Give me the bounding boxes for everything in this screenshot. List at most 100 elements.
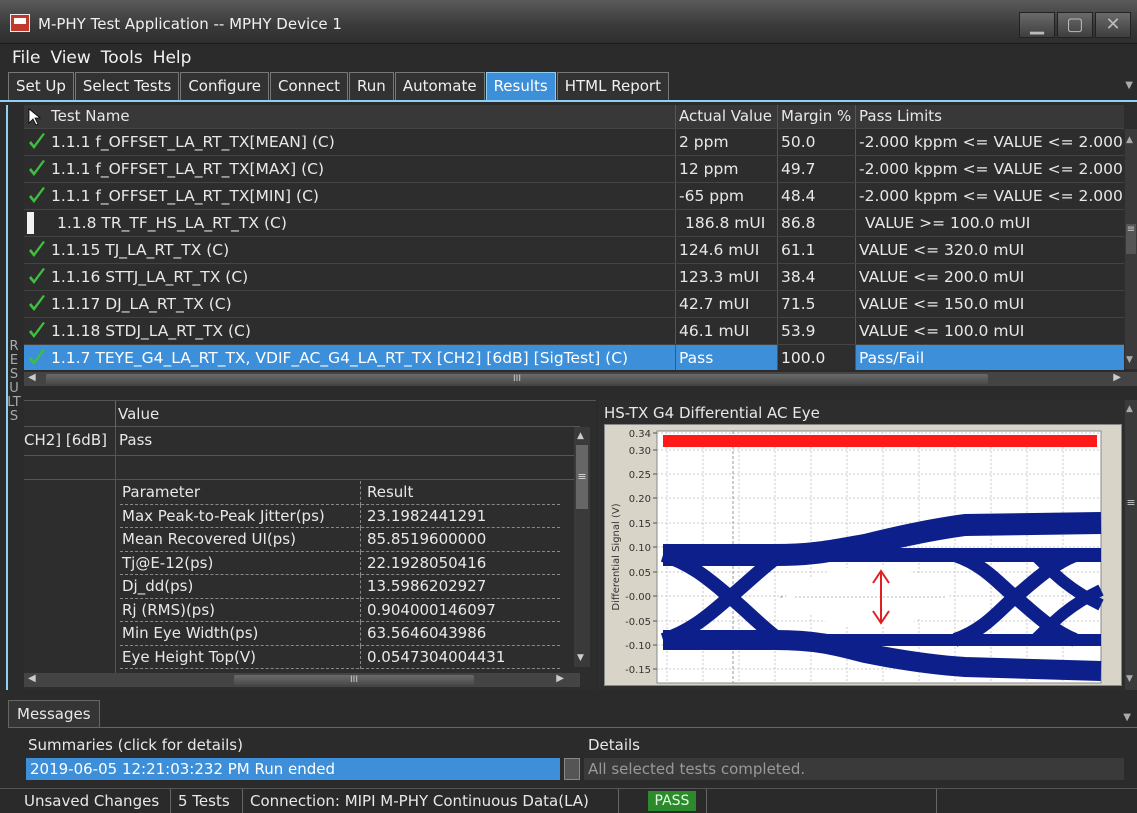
result-margin: 50.0 xyxy=(777,129,855,155)
param-row[interactable]: Mean Recovered UI(ps) 85.8519600000 xyxy=(120,528,560,552)
close-icon[interactable]: ✕ xyxy=(1095,12,1131,38)
pass-check-icon xyxy=(28,186,46,206)
minimize-icon[interactable]: ▁ xyxy=(1019,12,1055,38)
eye-ytick-label: -0.10 xyxy=(625,641,651,652)
param-row[interactable]: Min Eye Width(ps) 63.5646043986 xyxy=(120,622,560,646)
param-row[interactable]: Tj@E-12(ps) 22.1928050416 xyxy=(120,551,560,575)
detail-vscroll[interactable]: ▲ ≡ ▼ xyxy=(574,427,590,667)
title-bar: M-PHY Test Application -- MPHY Device 1 … xyxy=(0,0,1137,44)
param-row[interactable]: Dj_dd(ps) 13.5986202927 xyxy=(120,575,560,599)
detail-header: Value xyxy=(24,401,580,427)
result-row[interactable]: 1.1.16 STTJ_LA_RT_TX (C) 123.3 mUI 38.4 VAL… xyxy=(24,264,1124,291)
pass-check-icon xyxy=(28,267,46,287)
eye-ytick-label: -0.15 xyxy=(625,665,651,676)
menu-help[interactable]: Help xyxy=(153,48,192,68)
tab-connect[interactable]: Connect xyxy=(270,72,349,100)
result-row[interactable]: 1.1.8 TR_TF_HS_LA_RT_TX (C) 186.8 mUI 86.8… xyxy=(24,210,1124,237)
result-pass-limits: -2.000 kppm <= VALUE <= 2.000 xyxy=(855,183,1135,209)
parameter-table: Parameter Result Max Peak-to-Peak Jitter… xyxy=(120,481,560,669)
menu-tools[interactable]: Tools xyxy=(101,48,143,68)
param-name: Eye Height Top(V) xyxy=(122,647,256,666)
eye-diagram-title: HS-TX G4 Differential AC Eye xyxy=(604,404,820,422)
results-vscroll[interactable]: ▲ ≡ ▼ xyxy=(1125,129,1137,369)
result-pass-limits: VALUE <= 320.0 mUI xyxy=(855,237,1135,263)
result-actual-value: Pass xyxy=(675,345,777,370)
col-actual-value[interactable]: Actual Value xyxy=(675,105,777,128)
result-test-name: 1.1.17 DJ_LA_RT_TX (C) xyxy=(51,295,232,313)
menu-bar: File View Tools Help xyxy=(0,44,1137,72)
window-title: M-PHY Test Application -- MPHY Device 1 xyxy=(38,15,342,33)
tab-html-report[interactable]: HTML Report xyxy=(556,72,669,100)
menu-view[interactable]: View xyxy=(50,48,90,68)
result-row[interactable]: 1.1.17 DJ_LA_RT_TX (C) 42.7 mUI 71.5 VALUE … xyxy=(24,291,1124,318)
result-row[interactable]: 1.1.15 TJ_LA_RT_TX (C) 124.6 mUI 61.1 VALUE… xyxy=(24,237,1124,264)
detail-value-header: Value xyxy=(118,405,160,423)
details-header: Details xyxy=(588,736,641,754)
col-margin[interactable]: Margin % xyxy=(777,105,855,128)
result-pass-limits: VALUE <= 150.0 mUI xyxy=(855,291,1135,317)
eye-vscroll[interactable]: ▲ ≡ ▼ xyxy=(1125,400,1137,690)
result-test-name: 1.1.8 TR_TF_HS_LA_RT_TX (C) xyxy=(57,214,287,232)
summary-scroll[interactable] xyxy=(564,758,580,780)
tab-results[interactable]: Results xyxy=(485,72,556,100)
messages-dropdown-icon[interactable]: ▼ xyxy=(1123,712,1131,723)
maximize-icon[interactable]: ▢ xyxy=(1057,12,1093,38)
eye-upper-limit-band xyxy=(663,435,1097,447)
result-pass-limits: VALUE >= 100.0 mUI xyxy=(855,210,1135,236)
result-test-name: 1.1.7 TEYE_G4_LA_RT_TX, VDIF_AC_G4_LA_RT… xyxy=(51,349,629,367)
tab-set-up[interactable]: Set Up xyxy=(8,72,74,100)
col-test-name[interactable]: Test Name xyxy=(48,105,675,128)
result-header: Result xyxy=(367,483,414,501)
tab-configure[interactable]: Configure xyxy=(180,72,270,100)
param-row[interactable]: Rj (RMS)(ps) 0.904000146097 xyxy=(120,598,560,622)
result-actual-value: 46.1 mUI xyxy=(675,318,777,344)
eye-diagram-chart: 0.34 0.30 0.25 0.20 0.15 0.10 0.05 -0.00 -0.05 -0… xyxy=(604,424,1122,686)
param-row[interactable]: Max Peak-to-Peak Jitter(ps) 23.1982441291 xyxy=(120,504,560,528)
param-name: Max Peak-to-Peak Jitter(ps) xyxy=(122,506,325,525)
detail-hscroll-thumb[interactable]: III xyxy=(234,675,474,685)
tab-run[interactable]: Run xyxy=(349,72,394,100)
app-icon xyxy=(10,14,30,32)
result-pass-limits: -2.000 kppm <= VALUE <= 2.000 xyxy=(855,156,1135,182)
status-pass-badge: PASS xyxy=(648,791,696,811)
result-margin: 100.0 xyxy=(777,345,855,370)
tab-automate[interactable]: Automate xyxy=(394,72,485,100)
result-row[interactable]: 1.1.1 f_OFFSET_LA_RT_TX[MAX] (C) 12 ppm 49… xyxy=(24,156,1124,183)
param-header: Parameter xyxy=(122,483,201,501)
param-row[interactable]: Eye Height Top(V) 0.0547304004431 xyxy=(120,645,560,669)
param-name: Min Eye Width(ps) xyxy=(122,624,259,642)
result-actual-value: 2 ppm xyxy=(675,129,777,155)
status-connection: Connection: MIPI M-PHY Continuous Data(L… xyxy=(250,792,589,810)
tab-overflow-icon[interactable]: ▼ xyxy=(1125,80,1133,91)
result-actual-value: -65 ppm xyxy=(675,183,777,209)
result-margin: 49.7 xyxy=(777,156,855,182)
param-name: Rj (RMS)(ps) xyxy=(122,600,215,619)
messages-tab[interactable]: Messages xyxy=(8,700,100,727)
result-row[interactable]: 1.1.7 TEYE_G4_LA_RT_TX, VDIF_AC_G4_LA_RT… xyxy=(24,345,1124,370)
detail-hscroll[interactable]: ◀ III ▶ xyxy=(24,673,580,687)
result-test-name: 1.1.15 TJ_LA_RT_TX (C) xyxy=(51,241,230,259)
result-actual-value: 42.7 mUI xyxy=(675,291,777,317)
results-hscroll[interactable]: ◀ III ▶ xyxy=(24,372,1137,386)
result-row[interactable]: 1.1.18 STDJ_LA_RT_TX (C) 46.1 mUI 53.9 VALU… xyxy=(24,318,1124,345)
result-actual-value: 186.8 mUI xyxy=(675,210,777,236)
col-pass-limits[interactable]: Pass Limits xyxy=(855,105,1135,128)
param-value: 23.1982441291 xyxy=(367,506,487,525)
results-header-row: Test Name Actual Value Margin % Pass Lim… xyxy=(24,105,1124,129)
result-row[interactable]: 1.1.1 f_OFFSET_LA_RT_TX[MIN] (C) -65 ppm 4… xyxy=(24,183,1124,210)
window-controls: ▁ ▢ ✕ xyxy=(1019,12,1131,38)
detail-test-row[interactable]: CH2] [6dB] Pass xyxy=(24,429,580,455)
result-pass-limits: VALUE <= 200.0 mUI xyxy=(855,264,1135,290)
result-pass-limits: VALUE <= 100.0 mUI xyxy=(855,318,1135,344)
tab-select-tests[interactable]: Select Tests xyxy=(74,72,180,100)
eye-ytick-label: 0.34 xyxy=(629,429,651,440)
pass-check-icon xyxy=(28,159,46,179)
result-actual-value: 123.3 mUI xyxy=(675,264,777,290)
results-hscroll-thumb[interactable]: III xyxy=(46,374,988,384)
menu-file[interactable]: File xyxy=(12,48,40,68)
eye-ytick-label: 0.30 xyxy=(629,446,651,457)
details-text: All selected tests completed. xyxy=(584,758,1124,780)
summary-item[interactable]: 2019-06-05 12:21:03:232 PM Run ended xyxy=(26,758,560,780)
result-row[interactable]: 1.1.1 f_OFFSET_LA_RT_TX[MEAN] (C) 2 ppm 50… xyxy=(24,129,1124,156)
eye-diagram-svg: 0.34 0.30 0.25 0.20 0.15 0.10 0.05 -0.00 -0.05 -0… xyxy=(611,429,1104,684)
